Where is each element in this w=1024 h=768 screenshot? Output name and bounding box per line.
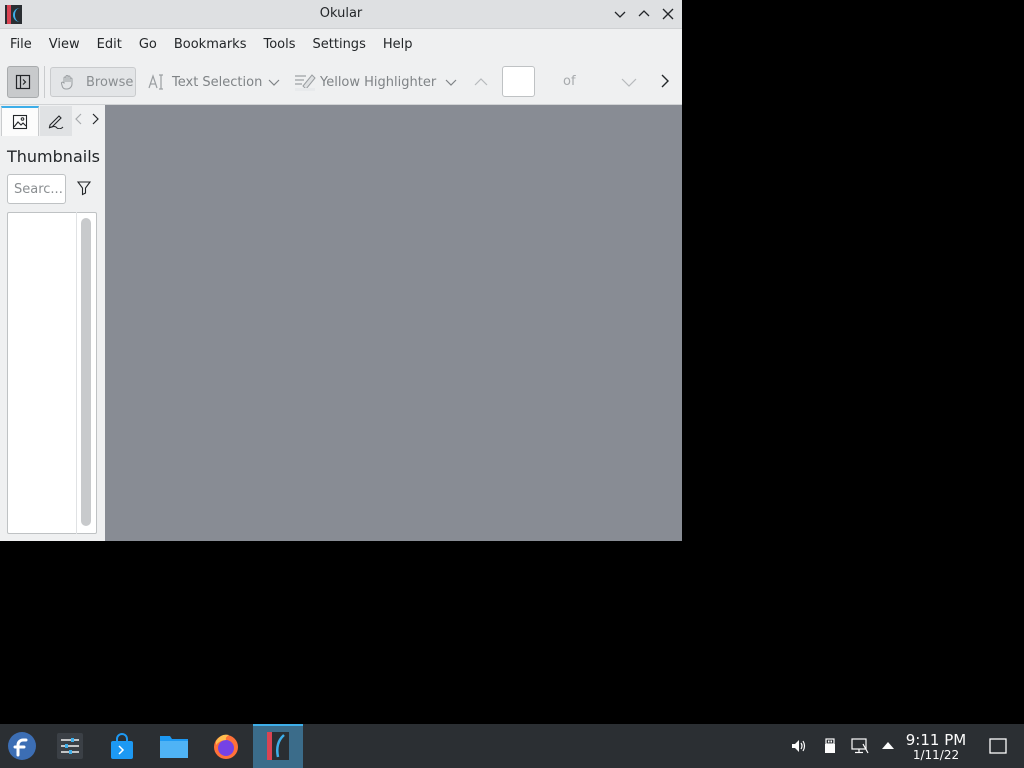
close-icon xyxy=(662,8,674,20)
text-selection-tool[interactable]: Text Selection xyxy=(148,73,262,91)
toolbar-separator xyxy=(44,66,45,98)
tab-annotations[interactable] xyxy=(40,106,72,136)
arrow-up-icon xyxy=(882,742,894,749)
file-manager-launcher[interactable] xyxy=(158,730,190,762)
okular-icon xyxy=(267,732,289,760)
highlighter-dropdown[interactable] xyxy=(445,76,457,88)
window-title: Okular xyxy=(319,6,363,21)
fedora-logo-icon xyxy=(8,732,36,760)
menu-tools[interactable]: Tools xyxy=(256,37,302,52)
browse-tool-button[interactable]: Browse xyxy=(50,67,136,97)
thumbnails-heading: Thumbnails xyxy=(7,147,100,166)
highlighter-tool[interactable]: Yellow Highlighter xyxy=(294,72,436,92)
volume-button[interactable] xyxy=(791,738,807,754)
page-of-label: of xyxy=(563,74,576,89)
page-number-input[interactable] xyxy=(502,66,535,97)
clock-date[interactable]: 1/11/22 xyxy=(900,748,972,762)
close-button[interactable] xyxy=(659,5,677,23)
minimize-button[interactable] xyxy=(611,5,629,23)
document-view-area[interactable] xyxy=(105,105,682,541)
firefox-icon xyxy=(214,734,238,759)
usb-drive-icon xyxy=(825,738,835,753)
sidebar-toggle-button[interactable] xyxy=(7,66,39,98)
show-desktop-button[interactable] xyxy=(989,738,1007,754)
highlighter-label: Yellow Highlighter xyxy=(320,74,437,90)
chevron-down-icon xyxy=(445,79,457,86)
thumbnail-search-input[interactable] xyxy=(7,174,66,204)
menu-help[interactable]: Help xyxy=(376,37,420,52)
text-selection-label: Text Selection xyxy=(172,74,263,90)
sidebar-tab-next-button[interactable] xyxy=(90,113,100,129)
network-wired-icon xyxy=(851,738,869,754)
okular-task-icon[interactable] xyxy=(262,730,294,762)
shopping-bag-icon xyxy=(111,733,133,759)
application-launcher[interactable] xyxy=(6,730,38,762)
show-hidden-icons-button[interactable] xyxy=(880,738,896,754)
annotate-pen-icon xyxy=(48,115,64,129)
menu-bookmarks[interactable]: Bookmarks xyxy=(167,37,254,52)
volume-icon xyxy=(792,740,806,752)
chevron-down-icon xyxy=(621,78,637,87)
filter-icon xyxy=(76,181,92,196)
chevron-down-icon xyxy=(268,79,280,86)
title-bar[interactable]: Okular xyxy=(0,0,682,29)
text-selection-dropdown[interactable] xyxy=(268,76,280,88)
menu-view[interactable]: View xyxy=(42,37,87,52)
removable-devices-button[interactable] xyxy=(822,738,838,754)
discover-launcher[interactable] xyxy=(106,730,138,762)
desktop-icon xyxy=(989,738,1007,754)
network-button[interactable] xyxy=(851,738,869,754)
folder-icon xyxy=(160,736,188,758)
filter-button[interactable] xyxy=(76,180,92,196)
chevron-right-icon xyxy=(661,74,669,88)
chevron-down-icon xyxy=(614,11,626,18)
previous-page-button[interactable] xyxy=(474,76,488,88)
sidebar-tab-prev-button[interactable] xyxy=(74,113,84,129)
firefox-launcher[interactable] xyxy=(210,730,242,762)
chevron-up-icon xyxy=(638,10,650,17)
settings-sliders-icon xyxy=(57,733,83,759)
menu-go[interactable]: Go xyxy=(132,37,164,52)
text-selection-icon xyxy=(148,74,163,90)
menu-file[interactable]: File xyxy=(3,37,39,52)
menu-bar: File View Edit Go Bookmarks Tools Settin… xyxy=(0,29,682,59)
browse-label: Browse xyxy=(86,74,134,90)
sidebar-panel-icon xyxy=(15,74,31,90)
okular-window: Okular File View Edit Go Bookmarks Tools… xyxy=(0,0,682,541)
sidebar-panel: Thumbnails xyxy=(0,105,105,541)
clock-time[interactable]: 9:11 PM xyxy=(900,731,972,749)
menu-settings[interactable]: Settings xyxy=(306,37,373,52)
chevron-right-icon xyxy=(92,113,99,125)
taskbar: 9:11 PM 1/11/22 xyxy=(0,724,1024,768)
tab-thumbnails[interactable] xyxy=(1,106,39,136)
maximize-button[interactable] xyxy=(635,5,653,23)
toolbar-overflow-button[interactable] xyxy=(659,73,671,89)
image-icon xyxy=(12,114,28,130)
thumbnail-scroll-track xyxy=(76,212,77,534)
thumbnail-scrollbar[interactable] xyxy=(81,218,91,526)
next-page-button[interactable] xyxy=(621,76,637,88)
system-settings-launcher[interactable] xyxy=(54,730,86,762)
highlighter-icon xyxy=(295,74,316,91)
chevron-left-icon xyxy=(75,113,82,125)
menu-edit[interactable]: Edit xyxy=(90,37,129,52)
chevron-up-icon xyxy=(474,78,488,86)
hand-icon xyxy=(60,75,73,90)
